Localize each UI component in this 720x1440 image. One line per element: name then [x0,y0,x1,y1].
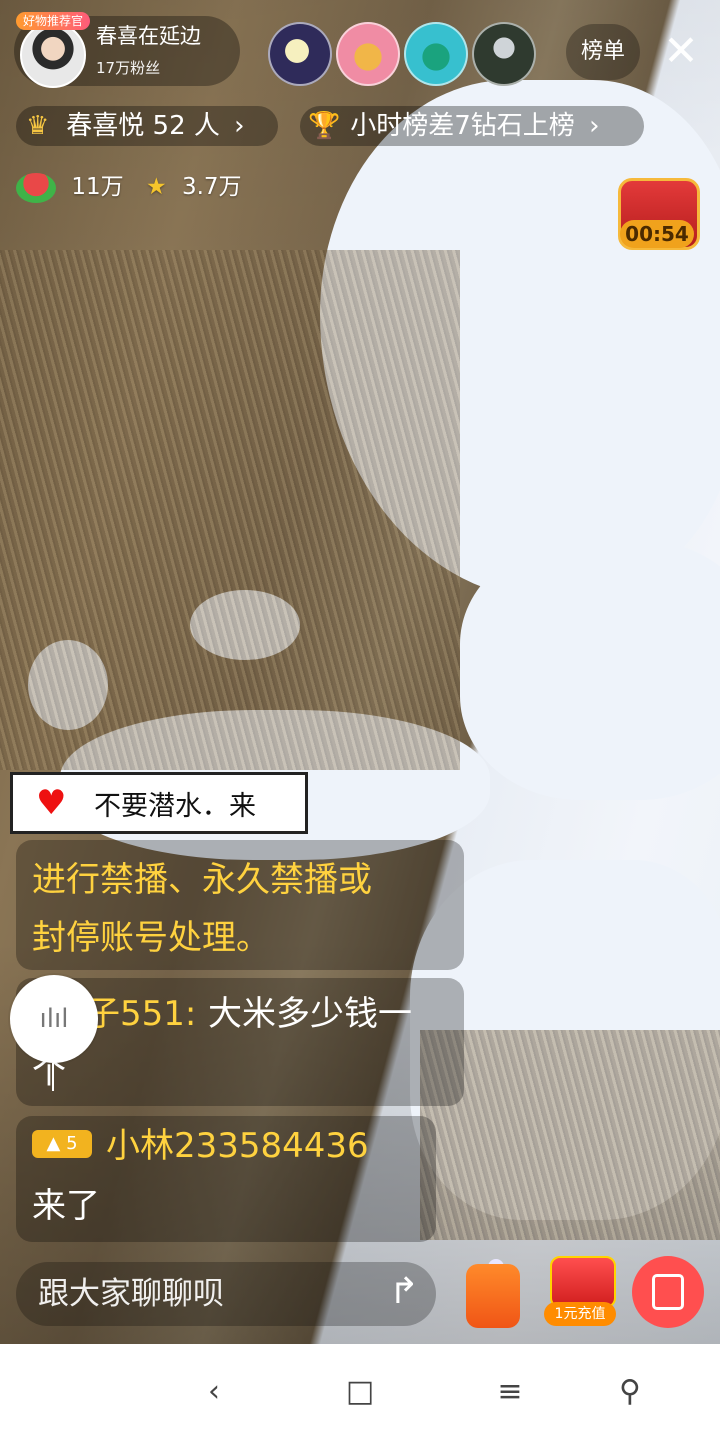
chevron-right-icon: › [234,111,245,141]
chat-input-placeholder: 跟大家聊聊呗 [38,1276,224,1312]
gift-icon[interactable] [632,1256,704,1328]
host-avatar[interactable] [20,22,86,88]
viewer-avatar[interactable] [472,22,536,86]
snow-patch [460,540,720,800]
close-icon[interactable]: ✕ [658,28,704,74]
watermelon-icon [16,172,56,203]
star-stat: ★ 3.7万 [146,172,242,202]
menu-icon[interactable]: ≡ [490,1370,530,1414]
star-icon: ★ [146,174,167,200]
crown-icon: ♛ [26,111,50,141]
viewer-avatar[interactable] [404,22,468,86]
system-warning-line-2: 封停账号处理。 [32,918,270,958]
grass-strip [0,250,460,770]
shopping-bag-icon[interactable] [466,1264,520,1328]
star-count: 3.7万 [181,174,242,200]
accessibility-icon[interactable]: ⚲ [610,1370,650,1414]
hour-rank-pill[interactable]: 🏆 小时榜差7钻石上榜 › [300,106,644,146]
hour-rank-label: 小时榜差7钻石上榜 [350,111,575,141]
gift-box-shape [652,1274,684,1310]
viewer-avatar[interactable] [336,22,400,86]
chat-username[interactable]: 子551: [86,992,196,1036]
heart-icon: ♥ [36,783,67,823]
host-name[interactable]: 春喜在延边 [96,22,201,50]
voice-input-stem [52,1063,54,1091]
melon-count: 11万 [71,174,124,200]
recharge-gift-icon[interactable] [550,1256,616,1308]
chat-username[interactable]: 小林233584436 [106,1124,369,1168]
viewer-avatar[interactable] [268,22,332,86]
recharge-label: 1元充值 [544,1302,616,1326]
system-warning-line-1: 进行禁播、永久禁播或 [32,860,372,900]
chest-timer: 00:54 [620,220,694,248]
home-icon[interactable]: □ [340,1370,380,1414]
share-icon[interactable]: ↱ [384,1272,424,1312]
user-level-badge: ▲ 5 [32,1130,92,1158]
back-icon[interactable]: ‹ [194,1370,234,1414]
rank-list-button[interactable]: 榜单 [566,24,640,80]
trophy-icon: 🏆 [308,111,341,141]
chevron-right-icon: › [589,111,600,141]
host-badge: 好物推荐官 [16,12,90,30]
sticker-text: 不要潜水．来 [94,791,256,822]
fan-group-pill[interactable]: ♛ 春喜悦 52 人 › [16,106,278,146]
level-arrow-icon: ▲ [46,1133,61,1154]
host-fans: 17万粉丝 [96,59,161,77]
user-level-value: 5 [66,1133,78,1154]
grass-strip [420,1030,720,1240]
melon-stat: 11万 [16,172,124,203]
voice-input-icon[interactable]: ılıl [10,975,98,1063]
chat-message-text: 来了 [32,1186,100,1226]
fan-group-label: 春喜悦 52 人 [66,111,220,141]
chat-message-text: 大米多少钱一 [208,994,412,1034]
